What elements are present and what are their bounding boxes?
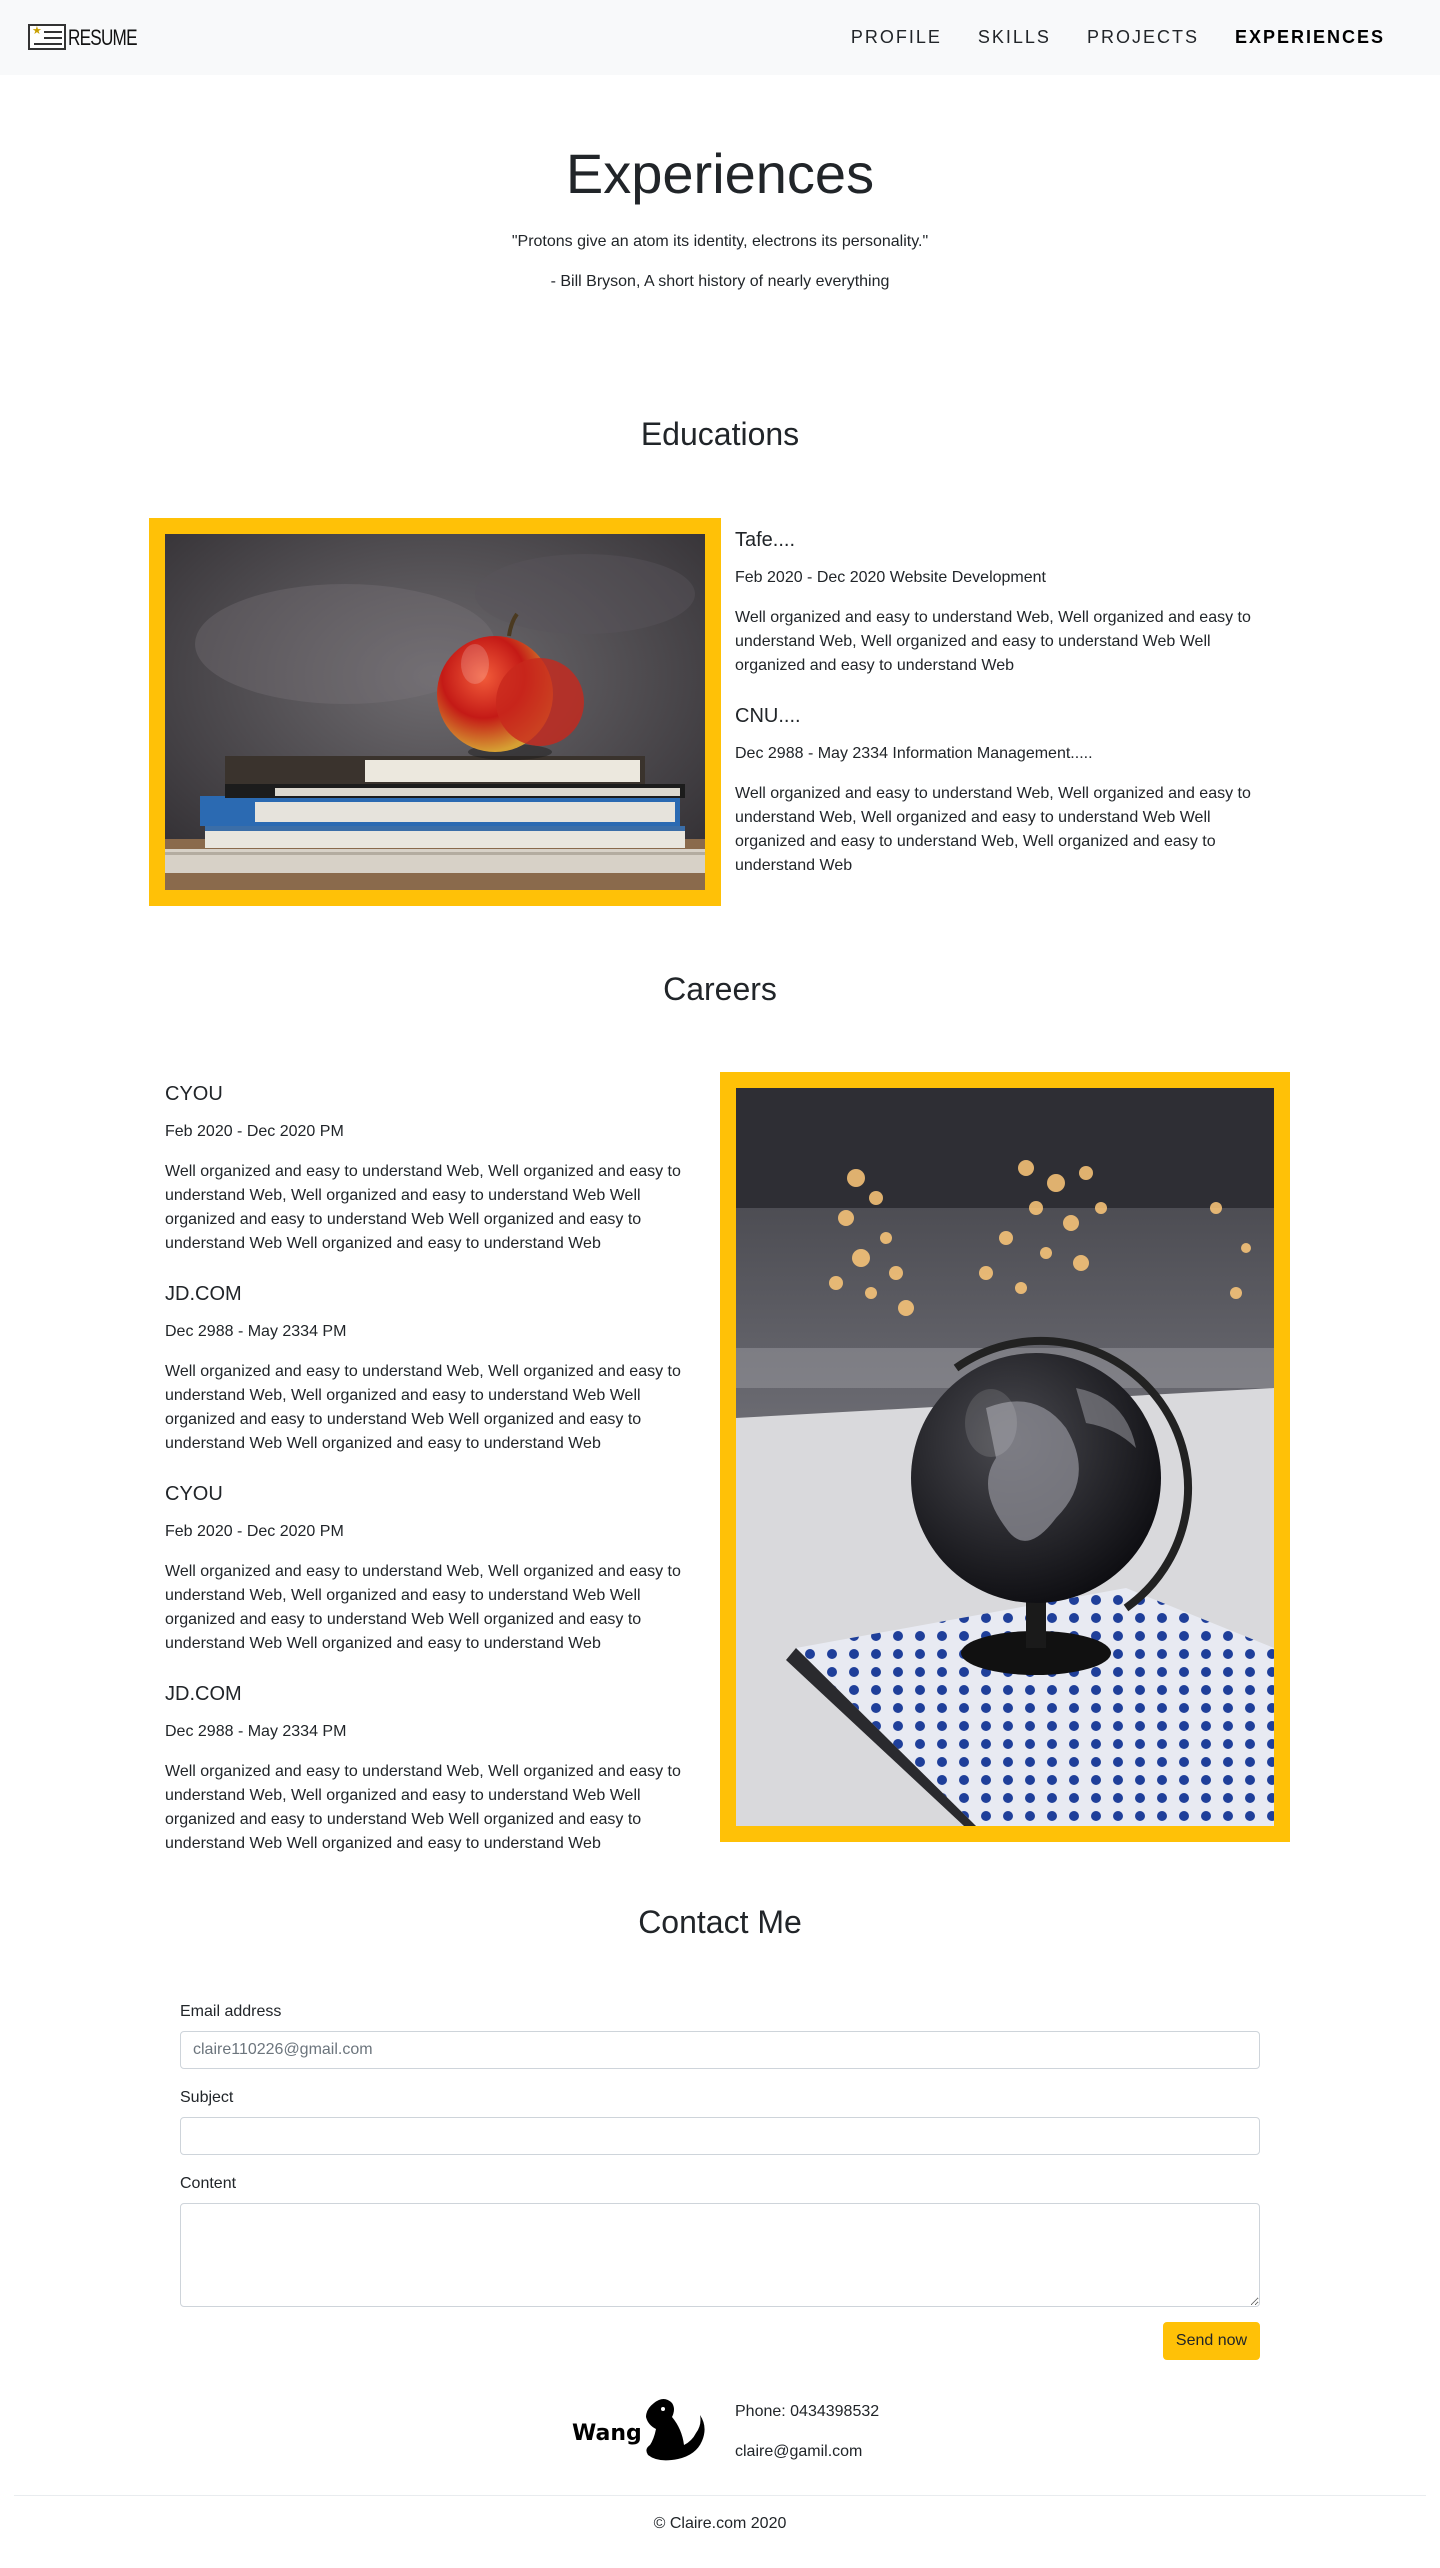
quote-author: - Bill Bryson, A short history of nearly… — [550, 273, 890, 290]
career-date: Feb 2020 - Dec 2020 PM — [165, 1523, 344, 1540]
career-company: CYOU — [165, 1483, 223, 1505]
globe-notebook-image — [736, 1088, 1274, 1826]
careers-list: CYOU Feb 2020 - Dec 2020 PM Well organiz… — [165, 1082, 700, 1856]
footer-logo-text: Wang — [572, 2421, 642, 2446]
career-entry: JD.COM Dec 2988 - May 2334 PM Well organ… — [165, 1682, 700, 1856]
career-company: JD.COM — [165, 1683, 242, 1705]
career-company: JD.COM — [165, 1283, 242, 1305]
quote-text: "Protons give an atom its identity, elec… — [511, 233, 929, 250]
education-description: Well organized and easy to understand We… — [735, 785, 1251, 874]
resume-logo-icon: ★ — [28, 24, 66, 50]
email-field[interactable] — [180, 2031, 1260, 2069]
nav-link-projects[interactable]: PROJECTS — [1087, 24, 1199, 51]
career-date: Dec 2988 - May 2334 PM — [165, 1323, 347, 1340]
footer-logo: Wang — [570, 2395, 710, 2465]
career-date: Dec 2988 - May 2334 PM — [165, 1723, 347, 1740]
education-name: CNU.... — [735, 705, 801, 727]
page-title: Experiences — [565, 142, 875, 205]
career-description: Well organized and easy to understand We… — [165, 1763, 681, 1852]
brand-text: RESUME — [68, 24, 138, 50]
nav-link-skills[interactable]: SKILLS — [978, 24, 1051, 51]
education-description: Well organized and easy to understand We… — [735, 609, 1251, 674]
contact-section-title: Contact Me — [638, 1904, 802, 1940]
copyright-text: © Claire.com 2020 — [653, 2515, 787, 2532]
send-button[interactable]: Send now — [1163, 2322, 1260, 2360]
content-label: Content — [180, 2175, 237, 2192]
education-image-frame — [149, 518, 721, 906]
education-date: Feb 2020 - Dec 2020 Website Development — [735, 569, 1046, 586]
education-date: Dec 2988 - May 2334 Information Manageme… — [735, 745, 1093, 762]
career-company: CYOU — [165, 1083, 223, 1105]
footer-email-link[interactable]: claire@gamil.com — [735, 2440, 862, 2464]
brand-link[interactable]: ★ RESUME — [28, 22, 156, 52]
careers-image-frame — [720, 1072, 1290, 1842]
career-description: Well organized and easy to understand We… — [165, 1563, 681, 1652]
education-name: Tafe.... — [735, 529, 796, 551]
content-textarea[interactable] — [180, 2203, 1260, 2307]
nav-link-experiences[interactable]: EXPERIENCES — [1235, 24, 1385, 51]
career-entry: JD.COM Dec 2988 - May 2334 PM Well organ… — [165, 1282, 700, 1456]
navbar: ★ RESUME PROFILE SKILLS PROJECTS EXPERIE… — [0, 0, 1440, 75]
seal-icon — [646, 2399, 705, 2461]
career-entry: CYOU Feb 2020 - Dec 2020 PM Well organiz… — [165, 1482, 700, 1656]
footer-divider — [14, 2495, 1426, 2496]
career-entry: CYOU Feb 2020 - Dec 2020 PM Well organiz… — [165, 1082, 700, 1256]
career-description: Well organized and easy to understand We… — [165, 1363, 681, 1452]
apple-books-image — [165, 534, 705, 890]
nav-links: PROFILE SKILLS PROJECTS EXPERIENCES — [815, 0, 1385, 75]
education-list: Tafe.... Feb 2020 - Dec 2020 Website Dev… — [735, 528, 1260, 878]
email-label: Email address — [180, 2003, 282, 2020]
education-entry: CNU.... Dec 2988 - May 2334 Information … — [735, 704, 1260, 878]
subject-label: Subject — [180, 2089, 234, 2106]
careers-section-title: Careers — [663, 971, 777, 1007]
career-description: Well organized and easy to understand We… — [165, 1163, 681, 1252]
subject-field[interactable] — [180, 2117, 1260, 2155]
nav-link-profile[interactable]: PROFILE — [851, 24, 942, 51]
footer-phone: Phone: 0434398532 — [735, 2403, 880, 2420]
career-date: Feb 2020 - Dec 2020 PM — [165, 1123, 344, 1140]
education-section-title: Educations — [640, 416, 800, 452]
education-entry: Tafe.... Feb 2020 - Dec 2020 Website Dev… — [735, 528, 1260, 678]
